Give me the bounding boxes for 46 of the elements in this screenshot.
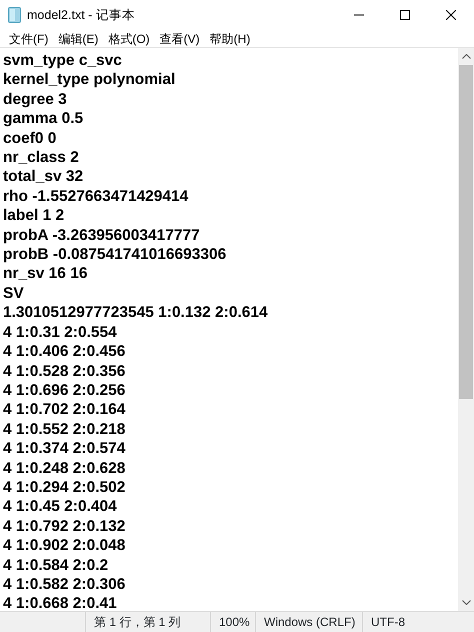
text-line: svm_type c_svc [3, 51, 122, 70]
line-ending: Windows (CRLF) [264, 614, 356, 631]
text-line: kernel_type polynomial [3, 70, 176, 90]
text-line: label 1 2 [3, 206, 64, 226]
text-line: probA -3.263956003417777 [3, 226, 200, 246]
text-line: 4 1:0.294 2:0.502 [3, 478, 126, 498]
text-line: 4 1:0.582 2:0.306 [3, 574, 126, 594]
menu-item[interactable]: 查看(V) [154, 30, 205, 46]
notepad-icon [8, 7, 21, 23]
text-line: 4 1:0.31 2:0.554 [3, 322, 117, 342]
window-title: model2.txt - 记事本 [27, 6, 135, 24]
encoding-label: UTF-8 [371, 614, 405, 631]
text-line: 4 1:0.668 2:0.41 [3, 594, 117, 611]
text-line: 4 1:0.584 2:0.2 [3, 556, 108, 575]
scroll-thumb[interactable] [459, 65, 473, 399]
text-line: 4 1:0.248 2:0.628 [3, 458, 126, 478]
text-line: total_sv 32 [3, 167, 84, 187]
menu-item[interactable]: 帮助(H) [204, 30, 256, 46]
menu-item[interactable]: 文件(F) [4, 30, 54, 46]
maximize-icon [400, 10, 410, 20]
text-line: degree 3 [3, 90, 67, 110]
scrollbar[interactable] [458, 48, 474, 611]
cursor-position: 第 1 行，第 1 列 [94, 614, 181, 631]
text-line: rho -1.5527663471429414 [3, 186, 188, 206]
text-line: 4 1:0.702 2:0.164 [3, 400, 126, 420]
scroll-up-icon[interactable] [462, 54, 470, 59]
close-icon [446, 10, 456, 20]
text-line: 4 1:0.902 2:0.048 [3, 536, 126, 556]
text-line: 1.3010512977723545 1:0.132 2:0.614 [3, 303, 268, 323]
text-line: 4 1:0.792 2:0.132 [3, 516, 126, 536]
text-line: SV [3, 284, 24, 304]
text-line: probB -0.087541741016693306 [3, 245, 226, 264]
text-line: gamma 0.5 [3, 109, 84, 129]
menu-item[interactable]: 编辑(E) [53, 30, 104, 46]
text-line: nr_sv 16 16 [3, 264, 88, 284]
zoom-level: 100% [219, 614, 250, 631]
text-line: 4 1:0.45 2:0.404 [3, 497, 117, 517]
text-line: 4 1:0.552 2:0.218 [3, 420, 126, 440]
text-line: 4 1:0.696 2:0.256 [3, 380, 126, 400]
text-line: 4 1:0.406 2:0.456 [3, 342, 126, 362]
text-line: nr_class 2 [3, 148, 79, 168]
text-line: 4 1:0.528 2:0.356 [3, 362, 126, 381]
menu-item[interactable]: 格式(O) [103, 30, 155, 46]
text-line: coef0 0 [3, 128, 56, 148]
scroll-down-icon[interactable] [462, 600, 470, 605]
text-line: 4 1:0.374 2:0.574 [3, 439, 126, 459]
